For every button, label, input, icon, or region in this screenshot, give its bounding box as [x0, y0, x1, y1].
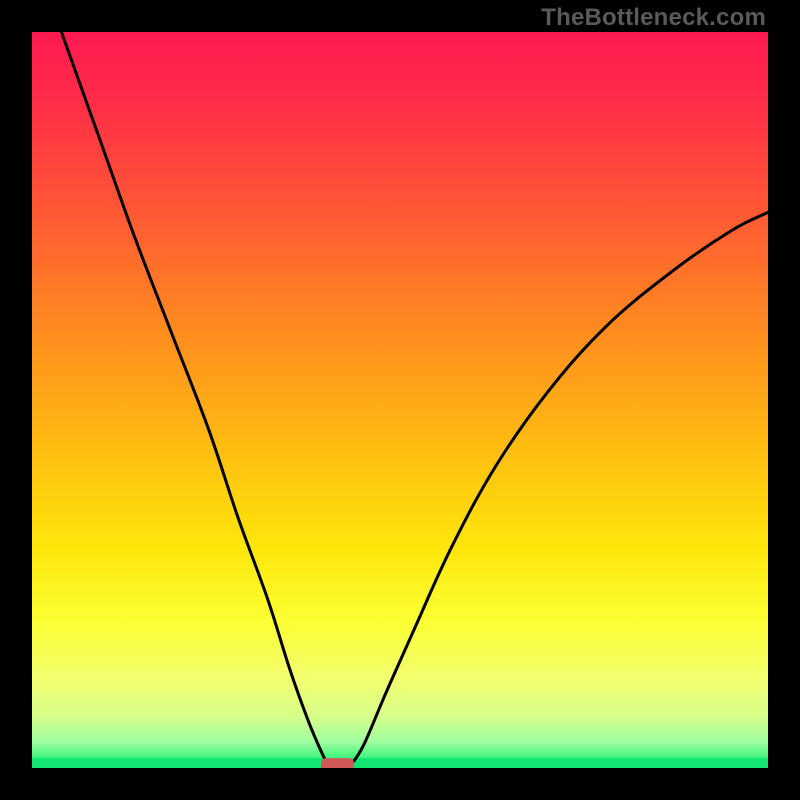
- green-band: [32, 758, 768, 768]
- watermark-text: TheBottleneck.com: [541, 4, 766, 32]
- chart-frame: TheBottleneck.com: [0, 0, 800, 800]
- plot-area: [32, 32, 768, 768]
- min-marker: [321, 758, 354, 768]
- chart-svg: [32, 32, 768, 768]
